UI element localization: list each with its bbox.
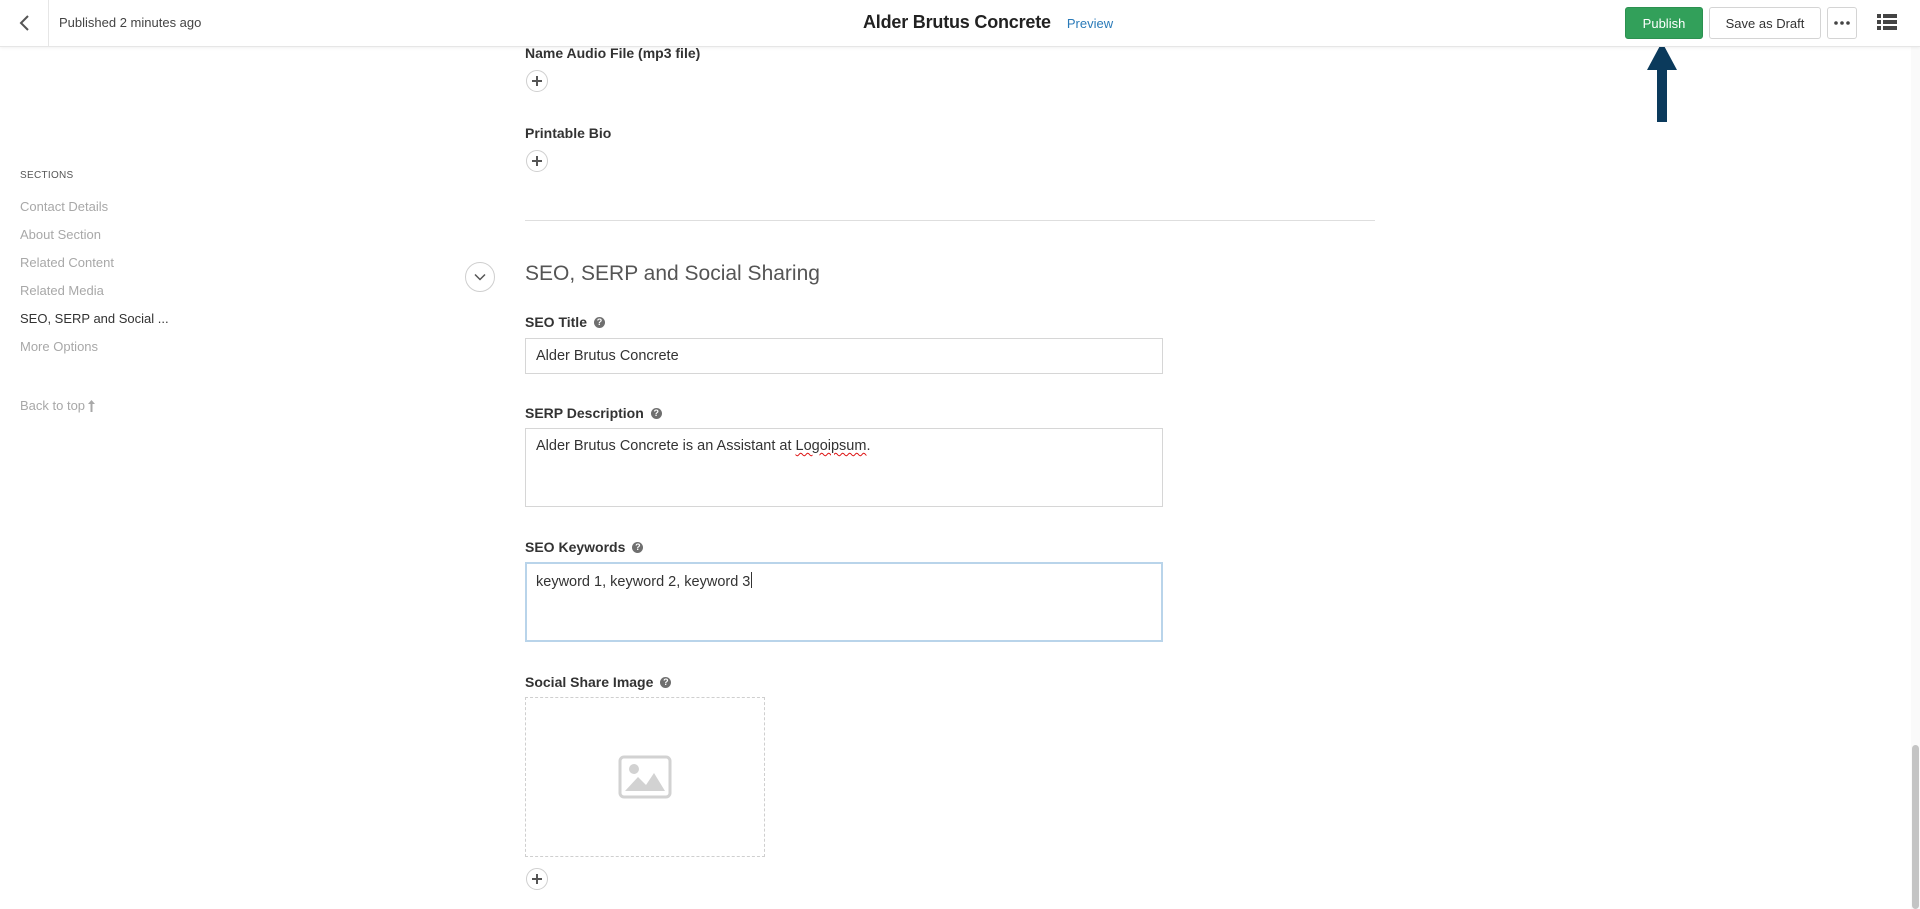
top-bar: Published 2 minutes ago Alder Brutus Con… (0, 0, 1920, 47)
social-share-image-label: Social Share Image ? (525, 674, 672, 690)
add-name-audio-button[interactable] (526, 70, 548, 92)
plus-icon (532, 874, 542, 884)
publish-status: Published 2 minutes ago (59, 15, 202, 30)
serp-description-label: SERP Description ? (525, 405, 662, 421)
arrow-up-icon (1647, 42, 1677, 122)
sidebar-item-contact-details[interactable]: Contact Details (20, 198, 169, 226)
help-icon[interactable]: ? (593, 316, 605, 328)
section-divider (525, 220, 1375, 221)
back-button[interactable] (0, 0, 49, 46)
list-view-icon (1877, 14, 1897, 30)
list-view-button[interactable] (1874, 10, 1900, 34)
sidebar-item-about-section[interactable]: About Section (20, 226, 169, 254)
help-icon[interactable]: ? (650, 407, 662, 419)
arrow-up-small-icon (88, 399, 96, 412)
back-to-top-link[interactable]: Back to top (20, 398, 96, 413)
serp-description-textarea[interactable]: Alder Brutus Concrete is an Assistant at… (525, 428, 1163, 507)
add-printable-bio-button[interactable] (526, 150, 548, 172)
collapse-section-button[interactable] (465, 262, 495, 292)
seo-title-label: SEO Title ? (525, 314, 605, 330)
plus-icon (532, 156, 542, 166)
back-arrow-icon (19, 15, 29, 31)
seo-keywords-label: SEO Keywords ? (525, 539, 644, 555)
seo-title-input[interactable]: Alder Brutus Concrete (525, 338, 1163, 374)
text-caret (751, 572, 753, 588)
misspelled-word: Logoipsum (795, 438, 867, 454)
sidebar-item-more-options[interactable]: More Options (20, 338, 169, 366)
more-options-button[interactable] (1827, 7, 1857, 39)
save-as-draft-button[interactable]: Save as Draft (1709, 7, 1821, 39)
more-dots-icon (1834, 21, 1850, 25)
page-title: Alder Brutus Concrete (863, 12, 1051, 32)
plus-icon (532, 76, 542, 86)
image-placeholder-icon (618, 755, 672, 799)
help-icon[interactable]: ? (660, 676, 672, 688)
printable-bio-label: Printable Bio (525, 125, 612, 141)
sidebar-item-seo-serp-social[interactable]: SEO, SERP and Social ... (20, 310, 169, 338)
sections-nav: Contact Details About Section Related Co… (20, 198, 169, 366)
publish-button[interactable]: Publish (1625, 7, 1703, 39)
add-social-image-button[interactable] (526, 868, 548, 890)
title-group: Alder Brutus Concrete Preview (863, 12, 1113, 33)
sidebar-item-related-media[interactable]: Related Media (20, 282, 169, 310)
chevron-down-icon (474, 273, 486, 281)
help-icon[interactable]: ? (632, 541, 644, 553)
name-audio-file-label: Name Audio File (mp3 file) (525, 45, 701, 61)
sidebar-item-related-content[interactable]: Related Content (20, 254, 169, 282)
social-share-image-dropzone[interactable] (525, 697, 765, 857)
seo-section-title: SEO, SERP and Social Sharing (525, 262, 820, 285)
preview-link[interactable]: Preview (1067, 16, 1113, 31)
seo-keywords-textarea[interactable]: keyword 1, keyword 2, keyword 3 (525, 562, 1163, 642)
sections-heading: SECTIONS (20, 170, 74, 181)
scrollbar-thumb[interactable] (1912, 745, 1919, 909)
back-to-top-label: Back to top (20, 398, 86, 413)
